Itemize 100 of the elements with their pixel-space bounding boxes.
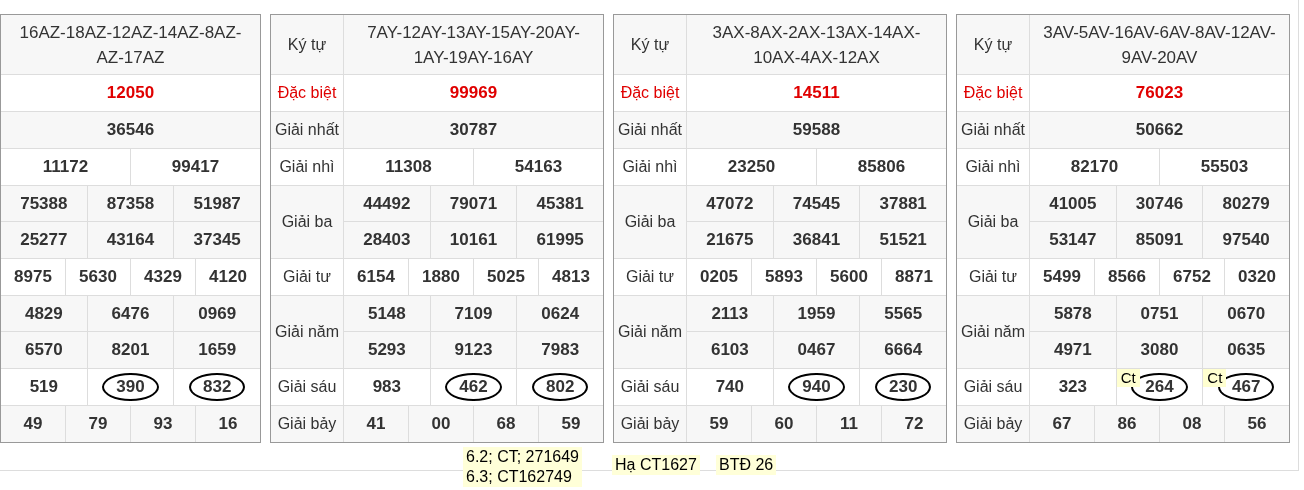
prize-number: 1659 [197, 339, 238, 361]
prize-number: 0205 [699, 266, 739, 288]
prize-number: 0670 [1226, 302, 1267, 325]
prize-number: 16 [217, 413, 239, 435]
prize-number: 8201 [110, 339, 151, 361]
prize-number: 51987 [192, 192, 242, 215]
prize-number: 72 [903, 413, 925, 435]
prize-label: Đặc biệt [277, 83, 337, 103]
prize-number: 30746 [1134, 192, 1185, 215]
prize-number: 6752 [1172, 266, 1212, 288]
prize-label: Giải nhì [965, 157, 1021, 177]
prize-number: 0635 [1226, 339, 1267, 361]
prize-number: 4329 [143, 266, 183, 288]
prize-number: 08 [1181, 413, 1203, 435]
prize-number: 7983 [540, 339, 581, 361]
prize-number: 8566 [1107, 266, 1147, 288]
prize-number: 3080 [1139, 339, 1180, 361]
prize-number: 50662 [1134, 119, 1185, 141]
prize-number: 8871 [894, 266, 934, 288]
prize-number: 10161 [448, 229, 499, 251]
prize-number: 85806 [856, 156, 907, 178]
prize-number: 6154 [356, 266, 396, 288]
prize-number: 5565 [883, 302, 924, 325]
prize-number: 45381 [535, 192, 585, 215]
prize-number: 21675 [705, 229, 755, 251]
code-text: 7AY-12AY-13AY-15AY-20AY-1AY-19AY-16AY [366, 21, 581, 69]
prize-label: Giải sáu [620, 377, 680, 397]
prize-label: Giải tư [625, 267, 675, 287]
prize-number: 11308 [384, 156, 433, 178]
prize-number: 86 [1116, 413, 1138, 435]
prize-label: Giải tư [968, 267, 1018, 287]
prize-number: 87358 [105, 192, 156, 215]
prize-number: 47072 [705, 192, 755, 215]
prize-label: Giải năm [618, 322, 682, 342]
prize-number: 323 [1057, 376, 1088, 398]
prize-number: 0320 [1237, 266, 1277, 288]
prize-number: 76023 [1134, 82, 1185, 104]
prize-number: 74545 [791, 192, 842, 215]
prize-number: 51521 [878, 229, 928, 251]
prize-label: Giải ba [967, 212, 1019, 232]
annotation-note: Ct [1203, 369, 1227, 387]
prize-number: 28403 [362, 229, 412, 251]
prize-label: Giải sáu [277, 377, 337, 397]
prize-label: Giải nhất [617, 120, 682, 140]
prize-number: 36546 [105, 119, 156, 141]
prize-number: 5293 [366, 339, 407, 361]
prize-number: 30787 [448, 119, 499, 141]
row-label: Ký tự [287, 34, 327, 55]
prize-number: 5025 [486, 266, 526, 288]
prize-number: 5878 [1052, 302, 1093, 325]
prize-number: 49 [22, 413, 44, 435]
prize-number: 1880 [421, 266, 461, 288]
prize-number: 7109 [453, 302, 494, 325]
prize-number: 79 [87, 413, 109, 435]
prize-number: 59 [708, 413, 730, 435]
prize-number: 390 [102, 373, 159, 401]
prize-number: 4971 [1052, 339, 1093, 361]
prize-number: 36841 [791, 229, 842, 251]
prize-number: 44492 [362, 192, 412, 215]
prize-number: 0969 [197, 302, 238, 325]
prize-number: 9123 [453, 339, 494, 361]
code-text: 16AZ-18AZ-12AZ-14AZ-8AZ-AZ-17AZ [18, 21, 243, 69]
prize-number: 5630 [78, 266, 118, 288]
prize-number: 462 [445, 373, 502, 401]
code-text: 3AV-5AV-16AV-6AV-8AV-12AV-9AV-20AV [1042, 21, 1277, 69]
prize-number: 61995 [535, 229, 585, 251]
prize-label: Giải nhất [274, 120, 339, 140]
prize-label: Giải năm [961, 322, 1025, 342]
prize-number: 59 [560, 413, 582, 435]
prize-number: 60 [773, 413, 795, 435]
prize-label: Giải nhì [279, 157, 335, 177]
prize-number: 23250 [726, 156, 777, 178]
prize-number: 80279 [1221, 192, 1271, 215]
prize-number: 5499 [1042, 266, 1082, 288]
prize-number: 1959 [796, 302, 837, 325]
prize-number: 85091 [1134, 229, 1185, 251]
prize-label: Giải tư [282, 267, 332, 287]
annotation-note: 6.2; CT; 271649 6.3; CT162749 [463, 447, 582, 487]
prize-number: 5893 [764, 266, 804, 288]
prize-number: 5600 [829, 266, 869, 288]
prize-label: Giải nhì [622, 157, 678, 177]
prize-number: 99969 [448, 82, 499, 104]
annotation-note: Hạ CT1627 [612, 455, 700, 475]
annotation-note: BTĐ 26 [716, 455, 777, 475]
prize-number: 59588 [791, 119, 842, 141]
prize-number: 67 [1051, 413, 1073, 435]
prize-label: Giải nhất [960, 120, 1025, 140]
prize-number: 79071 [448, 192, 499, 215]
prize-label: Giải bảy [277, 414, 337, 434]
prize-label: Đặc biệt [620, 83, 680, 103]
prize-number: 11172 [41, 156, 90, 178]
prize-number: 4813 [551, 266, 591, 288]
prize-number: 8975 [13, 266, 53, 288]
prize-label: Giải bảy [620, 414, 680, 434]
prize-number: 230 [875, 373, 932, 401]
prize-number: 519 [28, 376, 59, 398]
prize-number: 6570 [23, 339, 64, 361]
prize-number: 802 [532, 373, 589, 401]
prize-number: 55503 [1199, 156, 1250, 178]
prize-number: 5148 [366, 302, 407, 325]
